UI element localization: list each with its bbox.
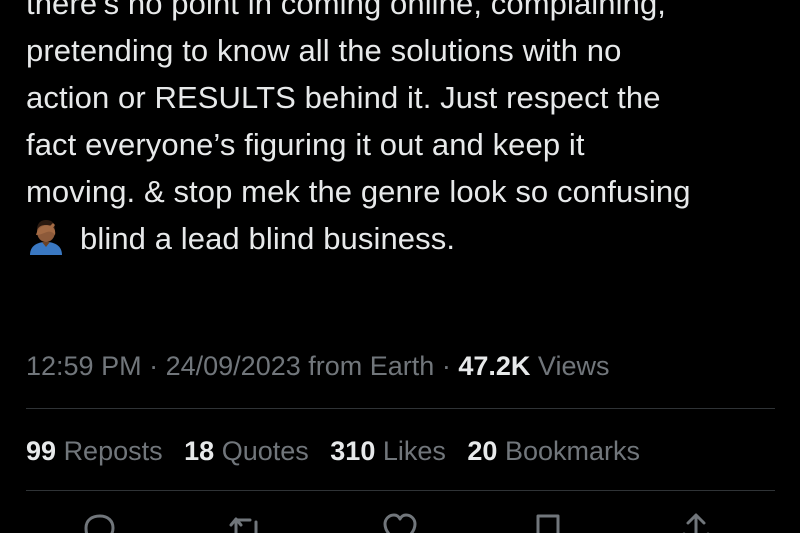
reposts-count: 99 [26,436,57,466]
bookmark-icon [536,514,560,533]
views-count: 47.2K [458,351,531,381]
repost-button[interactable] [226,510,266,533]
share-button[interactable] [676,510,716,533]
like-icon [383,513,417,533]
share-icon [682,513,710,533]
reply-icon [84,514,115,533]
tweet-line: pretending to know all the solutions wit… [26,33,622,68]
tweet-line-last: blind a lead blind business. [26,215,786,262]
engagement-stats: 99 Reposts 18 Quotes 310 Likes 20 Bookma… [26,429,654,473]
tweet-line-text: blind a lead blind business. [80,221,456,256]
meta-separator: · [441,351,451,381]
bookmarks-stat[interactable]: 20 Bookmarks [467,429,640,473]
meta-separator: · [149,351,159,381]
divider [26,408,775,409]
bookmarks-label: Bookmarks [504,436,641,466]
divider [26,490,775,491]
reply-button[interactable] [78,510,118,533]
man-facepalming-emoji-icon [26,219,66,255]
reposts-label: Reposts [63,436,163,466]
likes-label: Likes [382,436,446,466]
tweet-line: action or RESULTS behind it. Just respec… [26,80,661,115]
views-label: Views [537,351,610,381]
quotes-count: 18 [184,436,215,466]
tweet-date[interactable]: 24/09/2023 [166,351,301,381]
tweet-source: from Earth [308,351,435,381]
tweet-line: fact everyone’s figuring it out and keep… [26,127,585,162]
quotes-label: Quotes [221,436,309,466]
tweet-text: there’s no point in coming online, compl… [26,0,786,262]
likes-stat[interactable]: 310 Likes [330,429,446,473]
like-button[interactable] [380,510,420,533]
tweet-line: there’s no point in coming online, compl… [26,0,667,21]
tweet-time[interactable]: 12:59 PM [26,351,142,381]
bookmarks-count: 20 [467,436,498,466]
bookmark-button[interactable] [528,510,568,533]
reposts-stat[interactable]: 99 Reposts [26,429,163,473]
quotes-stat[interactable]: 18 Quotes [184,429,309,473]
tweet-line: moving. & stop mek the genre look so con… [26,174,691,209]
repost-icon [229,517,258,533]
likes-count: 310 [330,436,376,466]
tweet-meta: 12:59 PM · 24/09/2023 from Earth · 47.2K… [26,344,609,388]
